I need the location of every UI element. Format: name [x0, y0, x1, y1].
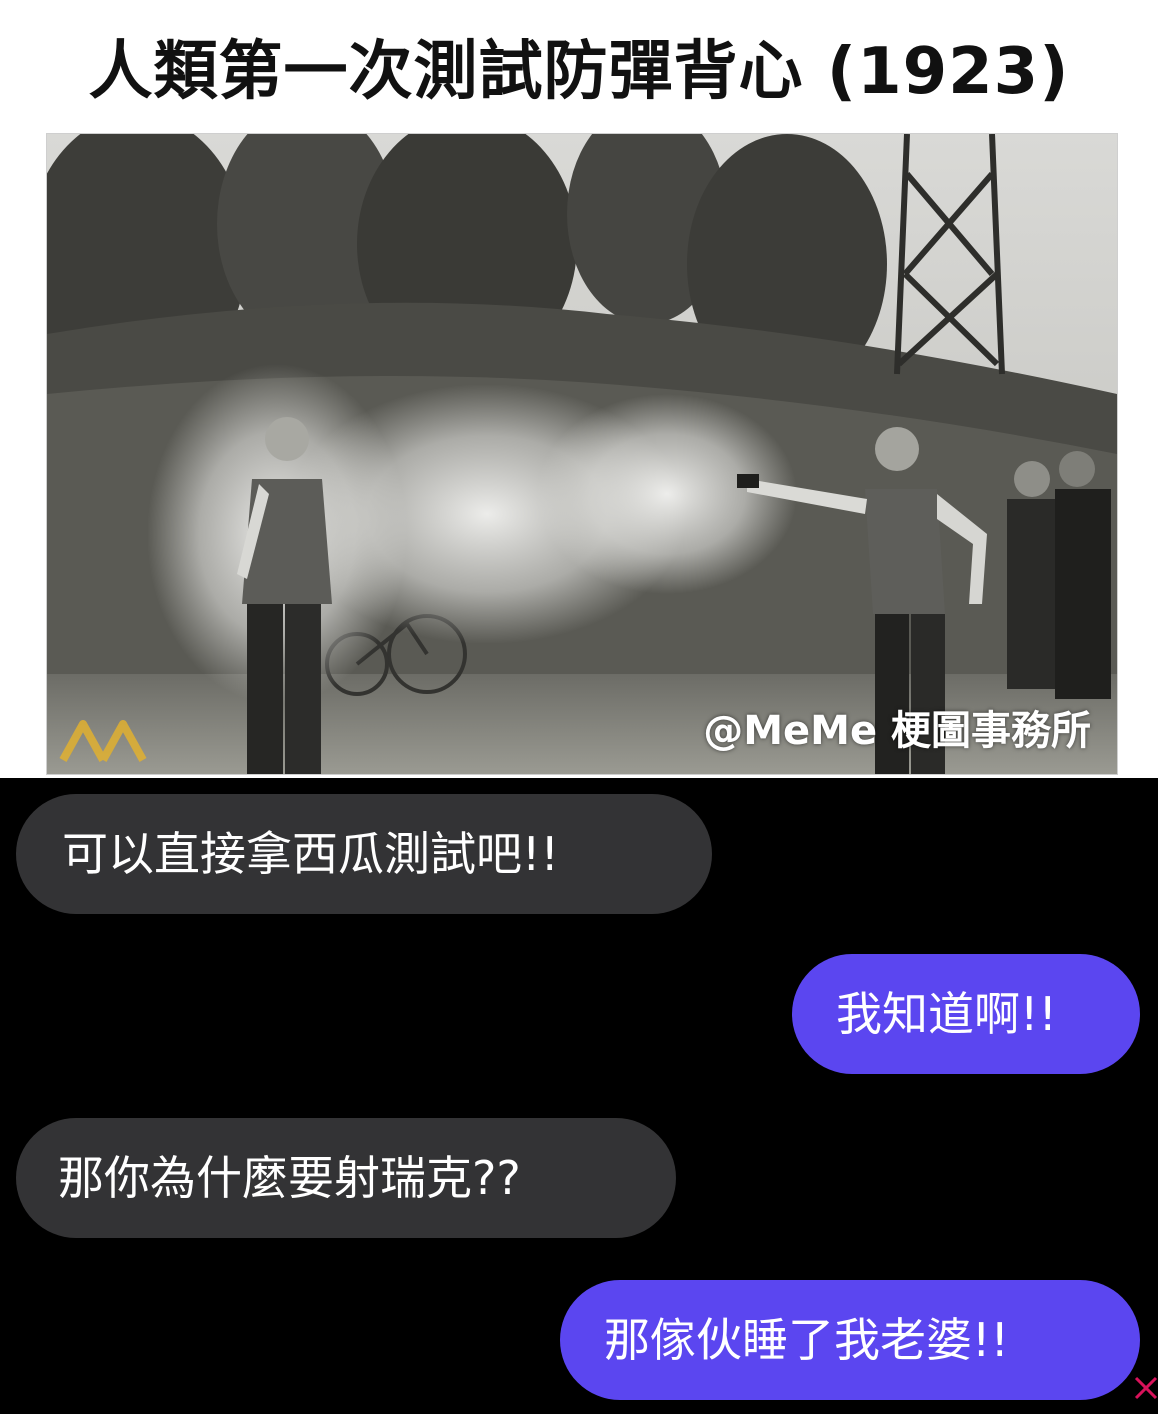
meme-header: 人類第一次測試防彈背心 (1923) @MeMe 梗圖事務所	[0, 0, 1158, 778]
chat-thread: 可以直接拿西瓜測試吧!! 我知道啊!! 那你為什麼要射瑞克?? 那傢伙睡了我老婆…	[0, 778, 1158, 1414]
message-bubble-outgoing: 我知道啊!!	[792, 954, 1140, 1074]
historic-photo: @MeMe 梗圖事務所	[46, 133, 1118, 775]
watermark: @MeMe 梗圖事務所	[703, 708, 1091, 754]
message-bubble-outgoing: 那傢伙睡了我老婆!!	[560, 1280, 1140, 1400]
message-bubble-incoming: 那你為什麼要射瑞克??	[16, 1118, 676, 1238]
logo-mark-icon	[59, 720, 147, 762]
meme-title: 人類第一次測試防彈背心 (1923)	[88, 35, 1070, 109]
photo-illustration	[47, 134, 1117, 774]
bubble-tail-icon	[1134, 1376, 1158, 1400]
message-bubble-incoming: 可以直接拿西瓜測試吧!!	[16, 794, 712, 914]
